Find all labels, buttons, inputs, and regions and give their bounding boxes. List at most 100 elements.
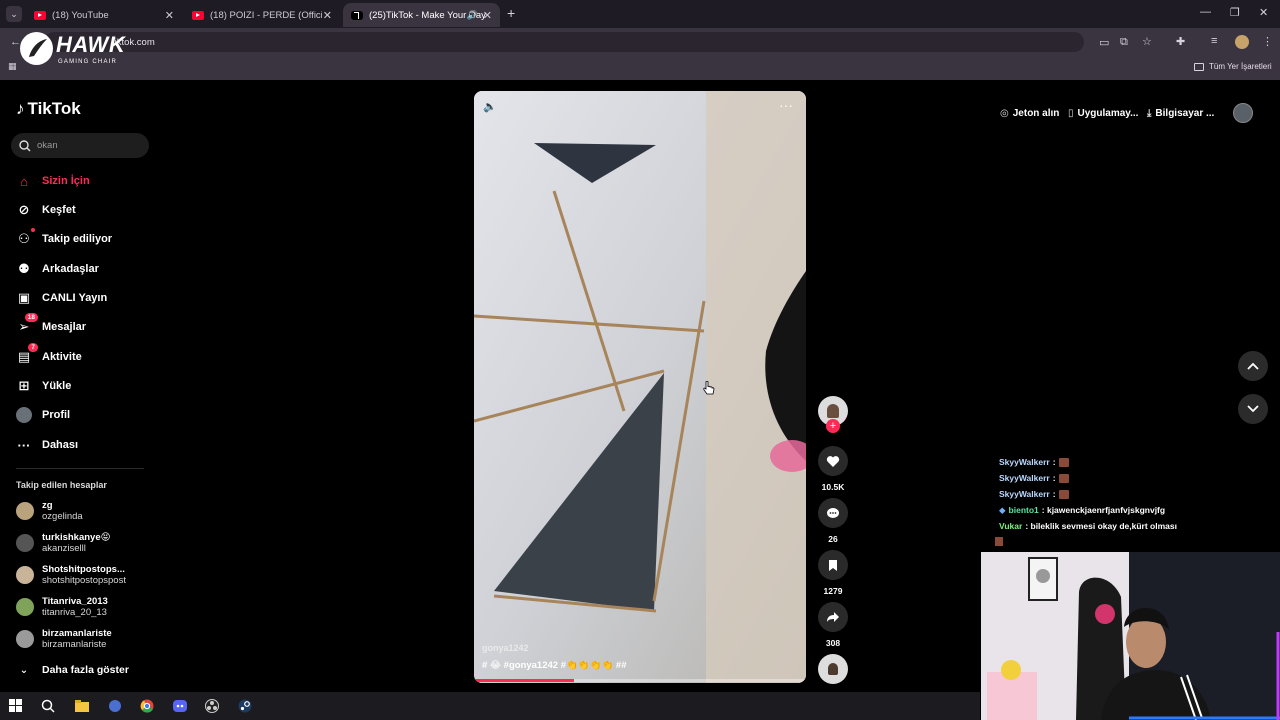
account-username: birzamanlariste <box>42 639 107 650</box>
nav-following[interactable]: ⚇ Takip ediliyor <box>16 228 112 250</box>
creator-avatar[interactable]: + <box>818 396 848 433</box>
nav-for-you[interactable]: ⌂ Sizin İçin <box>16 170 90 192</box>
volume-icon[interactable]: 🔈 <box>483 100 497 113</box>
search-input[interactable]: okan <box>37 140 58 151</box>
nav-live[interactable]: ▣ CANLI Yayın <box>16 287 107 309</box>
chat-message: SkyyWalkerr: <box>999 456 1069 468</box>
discord-icon[interactable] <box>173 699 187 713</box>
taskbar-search-icon[interactable] <box>41 699 55 713</box>
obs-icon[interactable] <box>205 699 219 713</box>
file-explorer-icon[interactable] <box>75 699 89 713</box>
chat-message: ◆ biento1: kjawenckjaenrfjanfvjskgnvjfg <box>999 504 1165 516</box>
more-icon: ··· <box>17 437 31 453</box>
nav-label: Sizin İçin <box>42 175 90 187</box>
nav-label: Keşfet <box>42 204 76 216</box>
nav-activity[interactable]: ▤ 7 Aktivite <box>16 343 82 368</box>
progress-track[interactable] <box>474 679 806 682</box>
chat-text: : <box>1052 457 1056 467</box>
extensions-icon[interactable]: ✚ <box>1176 35 1185 48</box>
folder-icon <box>1194 63 1204 71</box>
show-more-button[interactable]: ⌄ Daha fazla göster <box>16 659 129 681</box>
desktop-app-button[interactable]: ⤓ Bilgisayar ... <box>1147 104 1214 122</box>
restore-icon[interactable]: ❐ <box>1230 6 1240 19</box>
comment-button[interactable]: 26 <box>818 498 848 544</box>
get-coins-button[interactable]: ◎ Jeton alın <box>1000 104 1059 122</box>
menu-kebab-icon[interactable]: ⋮ <box>1262 35 1273 48</box>
coin-icon: ◎ <box>1000 107 1009 119</box>
following-icon: ⚇ <box>16 228 35 247</box>
close-window-icon[interactable]: ✕ <box>1259 6 1268 19</box>
nav-more[interactable]: ··· Dahası <box>16 434 79 456</box>
reading-list-icon[interactable]: ≡ <box>1211 35 1217 47</box>
progress-fill <box>474 679 574 682</box>
windows-start-icon[interactable] <box>9 699 23 713</box>
tiktok-icon <box>351 10 363 20</box>
bookmark-star-icon[interactable]: ☆ <box>1142 35 1152 48</box>
tab-tiktok[interactable]: (25)TikTok - Make Your Day 🔊 ✕ <box>343 3 500 27</box>
new-tab-button[interactable]: + <box>507 5 515 21</box>
audio-icon[interactable]: 🔊 <box>467 10 478 21</box>
previous-video-button[interactable] <box>1238 351 1268 381</box>
video-more-icon[interactable]: ··· <box>779 97 793 113</box>
nav-friends[interactable]: ⚉ Arkadaşlar <box>16 258 99 280</box>
tiktok-logo-text: TikTok <box>27 99 81 118</box>
cast-icon[interactable]: ▭ <box>1099 36 1109 49</box>
share-button[interactable]: 308 <box>818 602 848 648</box>
app-icon[interactable] <box>108 699 122 713</box>
music-disc[interactable] <box>818 654 848 684</box>
followed-account[interactable]: turkishkanye😝 akanziselll <box>16 530 111 556</box>
nav-profile[interactable]: Profil <box>16 404 70 426</box>
messages-icon: ➢ 18 <box>16 313 38 335</box>
nav-messages[interactable]: ➢ 18 Mesajlar <box>16 313 86 338</box>
account-name: Titanriva_2013 <box>42 596 108 607</box>
account-username: ozgelinda <box>42 511 83 522</box>
nav-label: CANLI Yayın <box>42 292 108 304</box>
profile-avatar[interactable] <box>1235 35 1249 49</box>
followed-account[interactable]: zg ozgelinda <box>16 498 83 524</box>
user-avatar[interactable] <box>1233 103 1253 123</box>
followed-account[interactable]: Shotshitpostops... shotshitpostopspost <box>16 562 126 588</box>
chrome-icon[interactable] <box>140 699 154 713</box>
tab-title: (18) POIZI - PERDE (Official Vide <box>210 9 322 21</box>
translate-icon[interactable]: ⧉ <box>1120 36 1128 49</box>
nav-explore[interactable]: ⊘ Keşfet <box>16 199 76 221</box>
youtube-icon <box>192 10 204 20</box>
all-bookmarks-link[interactable]: Tüm Yer İşaretleri <box>1209 62 1272 71</box>
like-count: 10.5K <box>821 482 845 492</box>
video-player[interactable]: 🔈 ··· gonya1242 # 😂 #gonya1242 #👏👏👏👏 ## <box>474 91 806 683</box>
address-bar-row: ← tiktok.com ▭ ⧉ ☆ ✚ ≡ ⋮ <box>0 28 1280 56</box>
tiktok-logo[interactable]: ♪ TikTok <box>16 99 81 119</box>
video-author[interactable]: gonya1242 <box>482 643 529 653</box>
emote-icon <box>995 537 1003 546</box>
profile-avatar-icon <box>16 407 32 423</box>
close-icon[interactable]: ✕ <box>323 9 332 22</box>
tab-youtube-video[interactable]: (18) POIZI - PERDE (Official Vide ✕ <box>184 3 340 27</box>
nav-upload[interactable]: ⊞ Yükle <box>16 375 72 397</box>
tab-youtube[interactable]: (18) YouTube ✕ <box>26 3 182 27</box>
messages-badge: 18 <box>24 313 38 322</box>
account-name: zg <box>42 500 53 511</box>
save-button[interactable]: 1279 <box>818 550 848 596</box>
steam-icon[interactable] <box>238 699 252 713</box>
nav-label: Profil <box>42 409 71 421</box>
tab-search-icon[interactable]: ⌄ <box>6 6 22 22</box>
close-icon[interactable]: ✕ <box>165 9 174 22</box>
avatar <box>16 630 34 648</box>
close-icon[interactable]: ✕ <box>483 9 492 22</box>
avatar <box>16 534 34 552</box>
hawk-brand-sub: GAMING CHAIR <box>58 59 118 65</box>
get-app-button[interactable]: ▯ Uygulamay... <box>1068 104 1138 122</box>
like-button[interactable]: 10.5K <box>818 446 848 492</box>
video-caption: # 😂 #gonya1242 #👏👏👏👏 ## <box>482 660 627 671</box>
account-name: birzamanlariste <box>42 628 112 639</box>
apps-grid-icon[interactable]: ▦ <box>8 61 17 72</box>
followed-account[interactable]: birzamanlariste birzamanlariste <box>16 626 112 652</box>
account-username: akanziselll <box>42 543 86 554</box>
chat-message: SkyyWalkerr: <box>999 472 1069 484</box>
minimize-icon[interactable]: — <box>1200 6 1211 18</box>
search-box[interactable]: okan <box>11 133 149 158</box>
next-video-button[interactable] <box>1238 394 1268 424</box>
url-field[interactable] <box>44 32 1084 52</box>
followed-account[interactable]: Titanriva_2013 titanriva_20_13 <box>16 594 108 620</box>
follow-plus-icon[interactable]: + <box>826 419 840 433</box>
